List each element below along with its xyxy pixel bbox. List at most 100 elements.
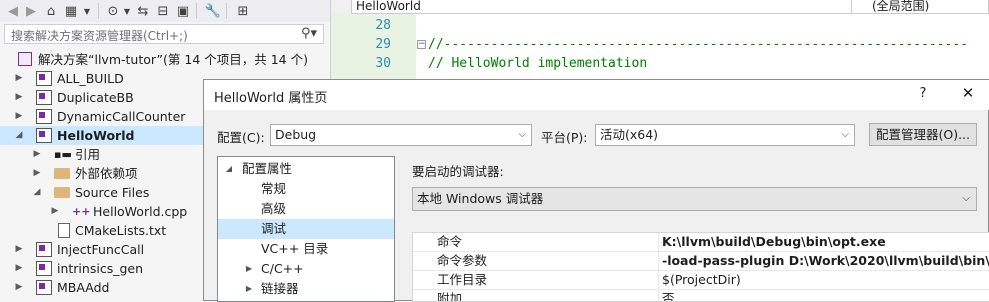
property-row[interactable]: 命令参数 -load-pass-plugin D:\Work\2020\llvm…	[413, 252, 989, 271]
line-number: 28	[375, 18, 391, 33]
expand-arrow-icon[interactable]: ▶	[244, 259, 254, 279]
debugger-select[interactable]: 本地 Windows 调试器 ⌵	[412, 187, 977, 211]
project-icon	[36, 90, 52, 105]
tree-item-label: 外部依赖项	[75, 166, 138, 181]
property-tree: ◢ 配置属性 常规 高级 调试 VC++ 目录 ▶ C/C++ ▶ 链接器	[217, 156, 395, 302]
tree-item-label: DynamicCallCounter	[57, 109, 186, 124]
line-number: 29	[375, 37, 391, 52]
collapse-arrow-icon[interactable]: ◢	[14, 126, 24, 145]
debugger-value: 本地 Windows 调试器	[417, 191, 544, 206]
dialog-title: HelloWorld 属性页	[214, 91, 328, 106]
property-grid: 命令 K:\llvm\build\Debug\bin\opt.exe 命令参数 …	[412, 232, 989, 302]
close-button[interactable]: ✕	[960, 84, 976, 102]
solution-label: 解决方案“llvm-tutor”(第 14 个项目，共 14 个)	[38, 52, 308, 67]
sync-icon[interactable]: ⇆	[134, 2, 152, 20]
tree-item-label: MBAAdd	[57, 280, 110, 295]
dialog-titlebar: HelloWorld 属性页	[204, 80, 989, 110]
platform-value: 活动(x64)	[600, 127, 659, 142]
property-pages-dialog: HelloWorld 属性页 ? ✕ 配置(C): Debug ⌵ 平台(P):…	[203, 79, 989, 302]
toolbar-separator	[98, 3, 99, 19]
tree-node-label: 高级	[261, 201, 287, 216]
expand-arrow-icon[interactable]: ▶	[50, 202, 60, 221]
solution-search-input[interactable]: 搜索解决方案资源管理器(Ctrl+;) ⚲▾	[4, 24, 324, 44]
property-value[interactable]: 否	[658, 290, 989, 301]
project-icon	[36, 280, 52, 295]
configuration-select[interactable]: Debug ⌵	[270, 124, 532, 146]
solution-node[interactable]: 解决方案“llvm-tutor”(第 14 个项目，共 14 个)	[0, 50, 330, 69]
property-row[interactable]: 命令 K:\llvm\build\Debug\bin\opt.exe	[413, 233, 989, 252]
tree-node-vc-directories[interactable]: VC++ 目录	[218, 239, 394, 259]
expand-arrow-icon[interactable]: ▶	[14, 240, 24, 259]
property-name: 附加	[437, 291, 463, 302]
home-icon[interactable]: ⌂	[42, 2, 60, 20]
help-button[interactable]: ?	[916, 86, 930, 101]
tree-item-label: HelloWorld	[57, 128, 135, 143]
tree-item-label: CMakeLists.txt	[75, 223, 167, 238]
tree-item-label: 引用	[75, 147, 101, 162]
collapse-arrow-icon[interactable]: ◢	[32, 183, 42, 202]
tree-node-advanced[interactable]: 高级	[218, 199, 394, 219]
tree-node-c-cpp[interactable]: ▶ C/C++	[218, 259, 394, 279]
expand-arrow-icon[interactable]: ▶	[14, 107, 24, 126]
expand-arrow-icon[interactable]: ▶	[14, 278, 24, 297]
expand-arrow-icon[interactable]: ▶	[244, 279, 254, 299]
tree-node-label: 配置属性	[242, 161, 293, 176]
tree-item-label: InjectFuncCall	[57, 242, 145, 257]
preview-selected-icon[interactable]: ⊞	[234, 2, 252, 20]
scope-dropdown[interactable]: (全局范围)	[851, 0, 989, 14]
expand-arrow-icon[interactable]: ▶	[14, 259, 24, 278]
property-name: 命令	[437, 234, 463, 249]
folder-icon	[54, 168, 70, 179]
expand-arrow-icon[interactable]: ▶	[14, 69, 24, 88]
configuration-manager-button[interactable]: 配置管理器(O)...	[869, 123, 977, 146]
folder-icon	[54, 187, 70, 198]
file-dropdown[interactable]: HelloWorld ▼	[351, 0, 876, 14]
tree-node-config-properties[interactable]: ◢ 配置属性	[218, 159, 394, 179]
property-row[interactable]: 工作目录 $(ProjectDir)	[413, 271, 989, 290]
tree-node-label: C/C++	[261, 261, 304, 276]
code-line[interactable]: // HelloWorld implementation	[428, 56, 647, 71]
tree-item-label: intrinsics_gen	[57, 261, 143, 276]
search-icon[interactable]: ⚲▾	[301, 26, 317, 41]
code-line[interactable]: //--------------------------------------…	[428, 37, 968, 52]
switch-views-dropdown-icon[interactable]: ▼	[78, 2, 96, 20]
chevron-down-icon: ⌵	[962, 193, 970, 204]
collapse-all-icon[interactable]: ⊟	[154, 2, 172, 20]
platform-select[interactable]: 活动(x64) ⌵	[595, 124, 855, 146]
project-icon	[36, 71, 52, 86]
collapse-arrow-icon[interactable]: ◢	[224, 159, 234, 179]
text-file-icon	[58, 223, 70, 238]
solution-icon	[18, 52, 32, 66]
property-value[interactable]: $(ProjectDir)	[658, 271, 989, 289]
forward-icon[interactable]: ▶	[22, 2, 40, 20]
property-row[interactable]: 附加 否	[413, 290, 989, 302]
platform-label: 平台(P):	[541, 130, 588, 145]
tree-item-label: DuplicateBB	[57, 90, 134, 105]
expand-arrow-icon[interactable]: ▶	[32, 164, 42, 183]
chevron-down-icon: ⌵	[518, 129, 526, 140]
expand-arrow-icon[interactable]: ▶	[14, 88, 24, 107]
references-icon: ▪▬	[54, 148, 72, 161]
show-all-files-icon[interactable]: ▣	[174, 2, 192, 20]
line-number: 30	[375, 56, 391, 71]
outline-collapse-icon[interactable]: −	[417, 40, 426, 49]
debugger-label: 要启动的调试器:	[412, 164, 504, 179]
tree-node-label: VC++ 目录	[261, 241, 329, 256]
expand-arrow-icon[interactable]: ▶	[32, 145, 42, 164]
configuration-label: 配置(C):	[217, 130, 265, 145]
property-value[interactable]: K:\llvm\build\Debug\bin\opt.exe	[658, 233, 989, 251]
property-name: 工作目录	[437, 272, 488, 287]
project-icon	[36, 242, 52, 257]
property-value[interactable]: -load-pass-plugin D:\Work\2020\llvm\buil…	[658, 252, 989, 270]
tree-node-debugging[interactable]: 调试	[218, 219, 394, 239]
back-icon[interactable]: ◀	[4, 2, 22, 20]
tree-node-general[interactable]: 常规	[218, 179, 394, 199]
properties-wrench-icon[interactable]: 🔧	[204, 2, 222, 20]
project-icon	[36, 109, 52, 124]
toolbar-separator	[196, 3, 197, 19]
property-name: 命令参数	[437, 253, 488, 268]
tree-node-linker[interactable]: ▶ 链接器	[218, 279, 394, 299]
tree-node-label: 链接器	[261, 281, 299, 296]
configuration-value: Debug	[275, 127, 317, 142]
scope-dropdown-value: (全局范围)	[872, 0, 930, 13]
